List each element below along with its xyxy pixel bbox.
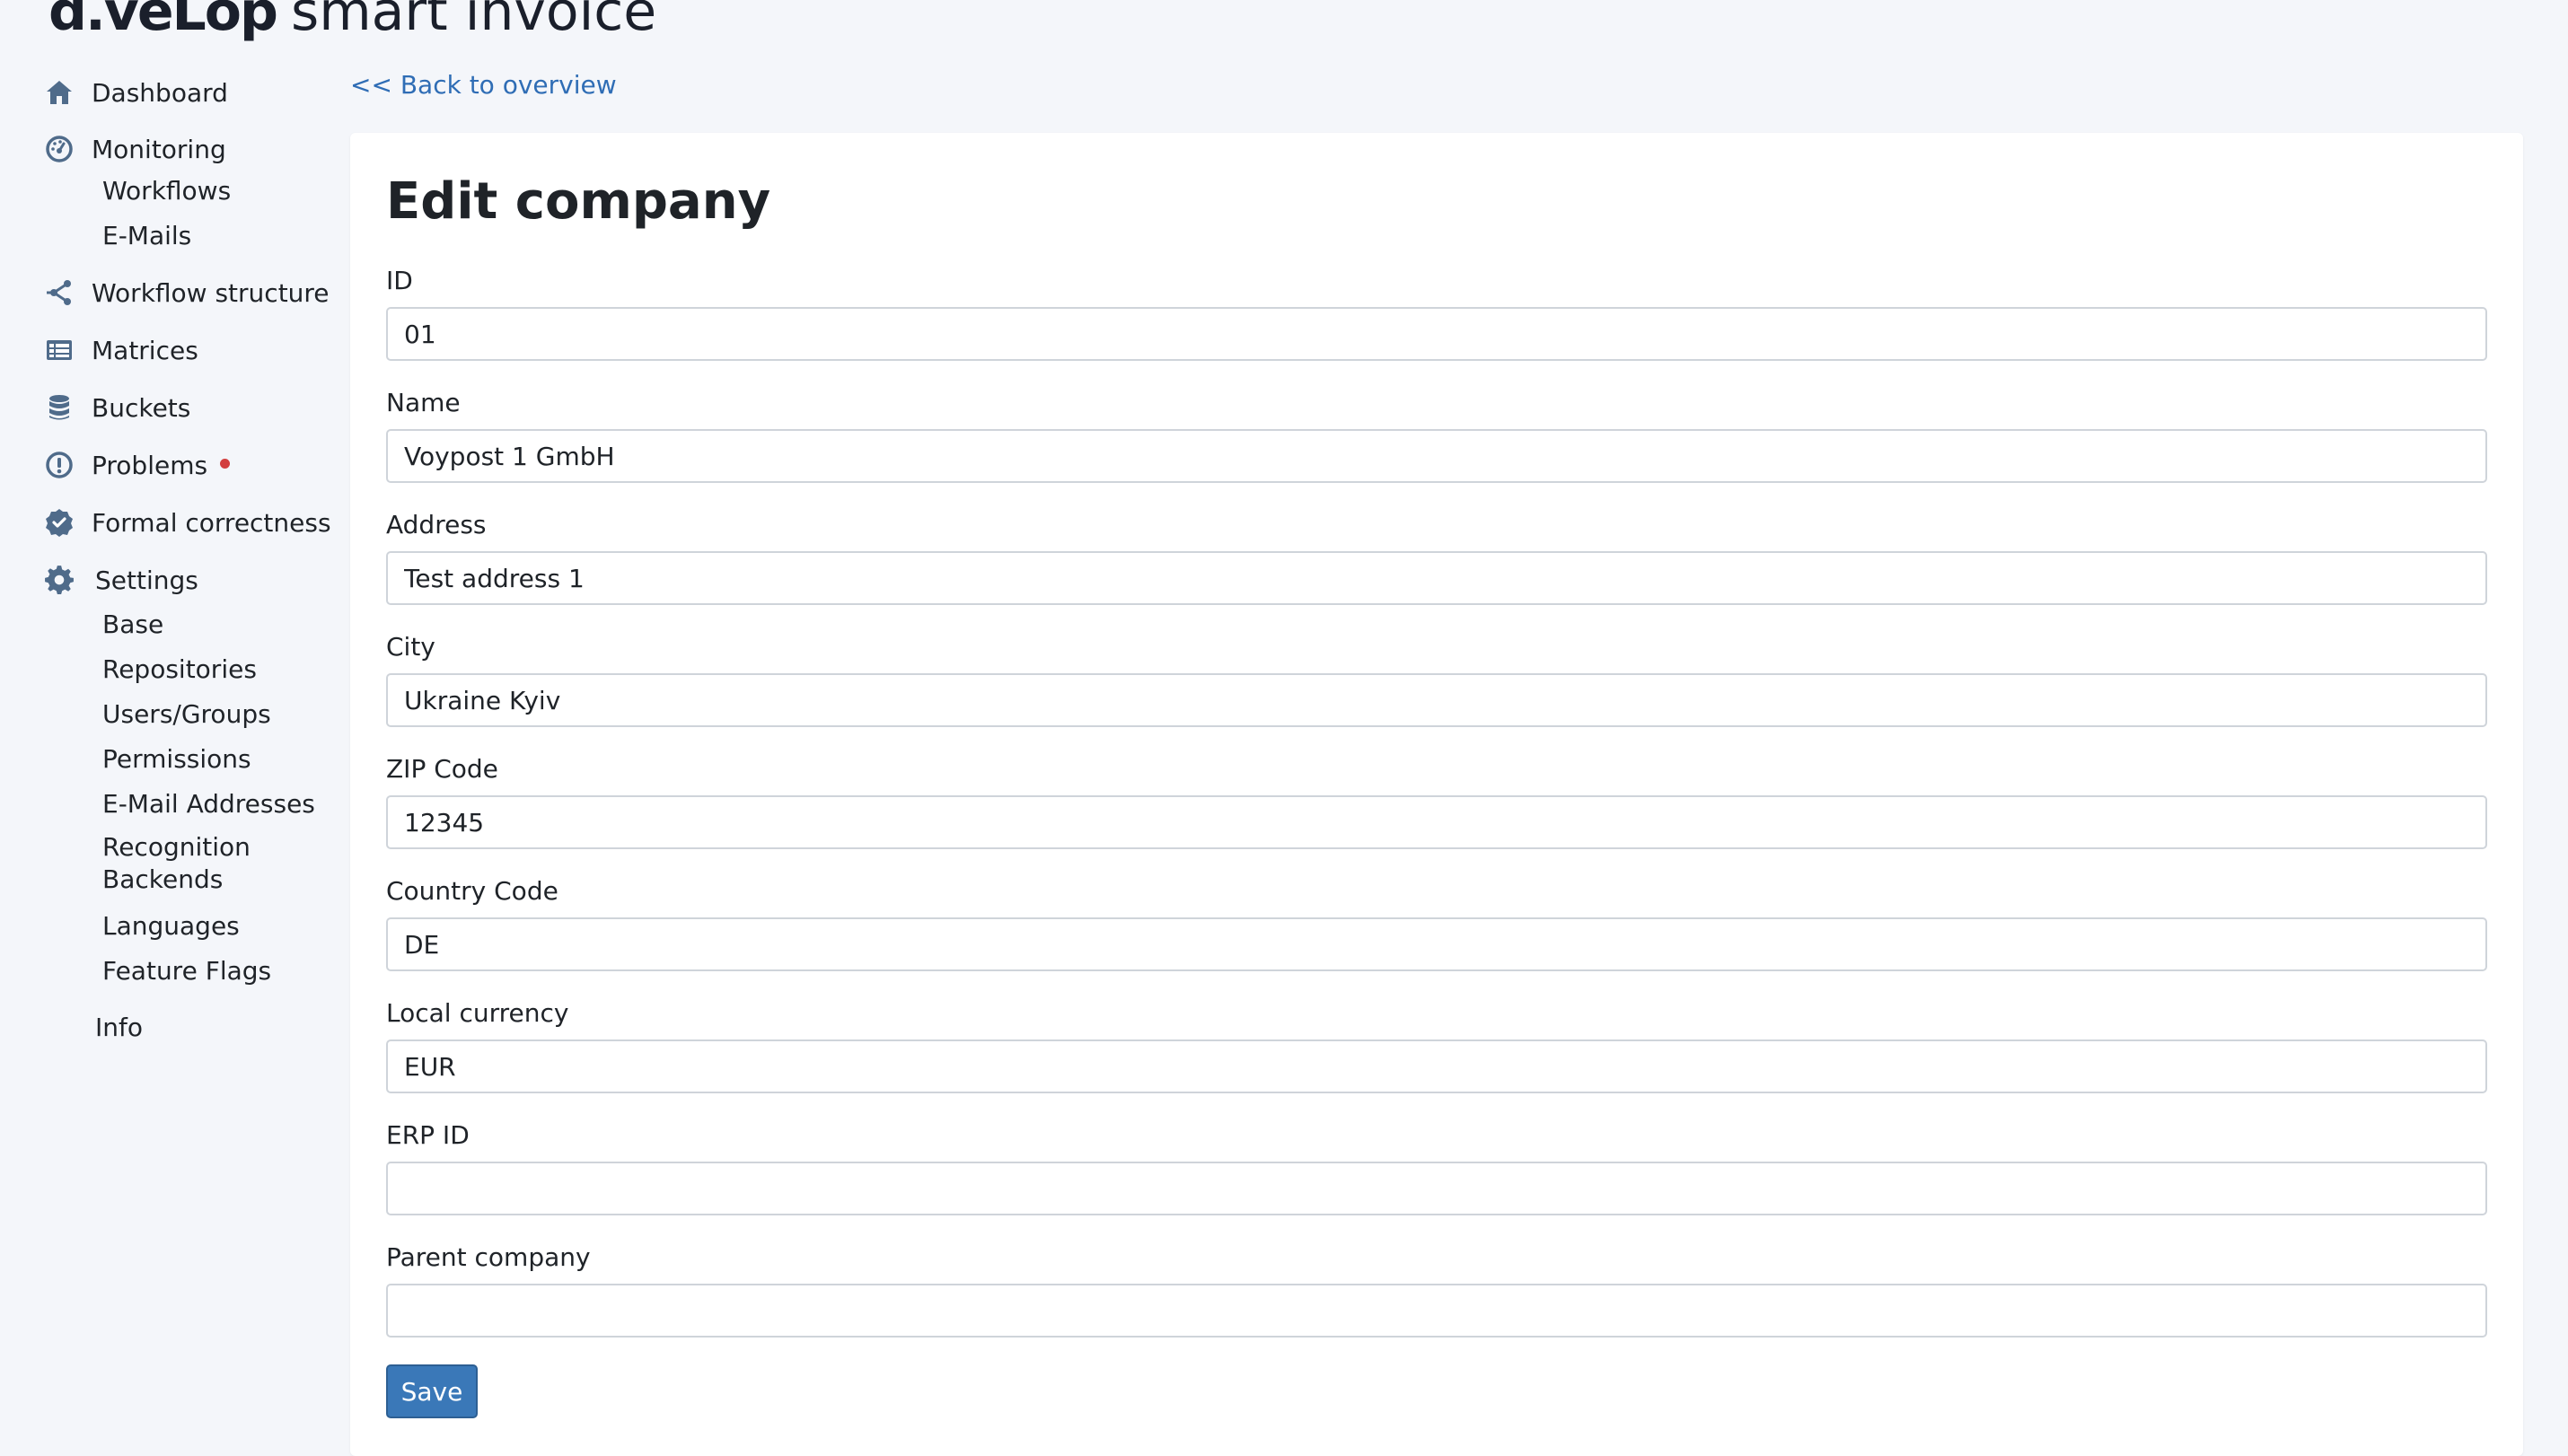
sidebar-item-info[interactable]: Info: [95, 1007, 143, 1047]
database-icon: [43, 391, 75, 424]
sidebar-item-label: Monitoring: [92, 134, 226, 164]
edit-company-card: Edit company ID Name Address City ZIP Co…: [350, 133, 2523, 1456]
sidebar-subitem-recognition-backends[interactable]: Recognition Backends: [102, 831, 336, 903]
alert-circle-icon: [43, 449, 75, 481]
sidebar-subitem-permissions[interactable]: Permissions: [102, 739, 251, 778]
erp-id-label: ERP ID: [386, 1120, 470, 1150]
parent-company-label: Parent company: [386, 1242, 591, 1272]
save-button[interactable]: Save: [386, 1364, 478, 1418]
local-currency-field[interactable]: [386, 1039, 2487, 1093]
sidebar-item-formal-correctness[interactable]: Formal correctness: [43, 500, 331, 545]
id-field[interactable]: [386, 307, 2487, 361]
sidebar-item-settings[interactable]: Settings: [43, 557, 198, 602]
local-currency-label: Local currency: [386, 998, 569, 1028]
address-label: Address: [386, 510, 487, 539]
sidebar-subitem-workflows[interactable]: Workflows: [102, 171, 231, 210]
name-label: Name: [386, 388, 461, 417]
sidebar-item-label: Settings: [95, 565, 198, 595]
table-icon: [43, 334, 75, 366]
gear-icon: [43, 564, 75, 596]
country-code-field[interactable]: [386, 917, 2487, 971]
city-field[interactable]: [386, 673, 2487, 727]
zip-code-label: ZIP Code: [386, 754, 498, 784]
sidebar-subitem-feature-flags[interactable]: Feature Flags: [102, 951, 271, 990]
sidebar-item-problems[interactable]: Problems: [43, 443, 231, 487]
sidebar-subitem-languages[interactable]: Languages: [102, 906, 240, 945]
gauge-icon: [43, 133, 75, 165]
page-title: Edit company: [386, 172, 771, 231]
sidebar-item-label: Dashboard: [92, 77, 228, 108]
app-logo: d.veLop smart invoice: [48, 0, 656, 43]
check-badge-icon: [43, 506, 75, 539]
sidebar-item-label: Workflow structure: [92, 277, 330, 308]
erp-id-field[interactable]: [386, 1162, 2487, 1215]
product-name: smart invoice: [290, 0, 657, 43]
brand-name: d.veLop: [48, 0, 278, 43]
sidebar-item-label: Matrices: [92, 335, 198, 365]
sidebar-item-label: Problems: [92, 450, 208, 480]
sidebar-item-buckets[interactable]: Buckets: [43, 385, 190, 430]
back-to-overview-link[interactable]: << Back to overview: [350, 70, 617, 100]
sidebar-item-label: Formal correctness: [92, 507, 331, 538]
sidebar-item-dashboard[interactable]: Dashboard: [43, 70, 228, 115]
workflow-icon: [43, 276, 75, 309]
sidebar-item-label: Buckets: [92, 392, 191, 423]
sidebar-subitem-users-groups[interactable]: Users/Groups: [102, 694, 271, 733]
sidebar-item-monitoring[interactable]: Monitoring: [43, 127, 226, 171]
name-field[interactable]: [386, 429, 2487, 483]
home-icon: [43, 76, 75, 109]
sidebar-subitem-base[interactable]: Base: [102, 604, 163, 644]
address-field[interactable]: [386, 551, 2487, 605]
id-label: ID: [386, 266, 413, 295]
sidebar-subitem-repositories[interactable]: Repositories: [102, 649, 257, 689]
zip-code-field[interactable]: [386, 795, 2487, 849]
sidebar-subitem-e-mail-addresses[interactable]: E-Mail Addresses: [102, 784, 315, 823]
parent-company-field[interactable]: [386, 1284, 2487, 1338]
sidebar-subitem-e-mails[interactable]: E-Mails: [102, 215, 191, 255]
city-label: City: [386, 632, 435, 662]
sidebar-item-workflow-structure[interactable]: Workflow structure: [43, 270, 330, 315]
problems-alert-dot: [220, 458, 231, 469]
country-code-label: Country Code: [386, 876, 558, 906]
sidebar-item-matrices[interactable]: Matrices: [43, 328, 198, 373]
